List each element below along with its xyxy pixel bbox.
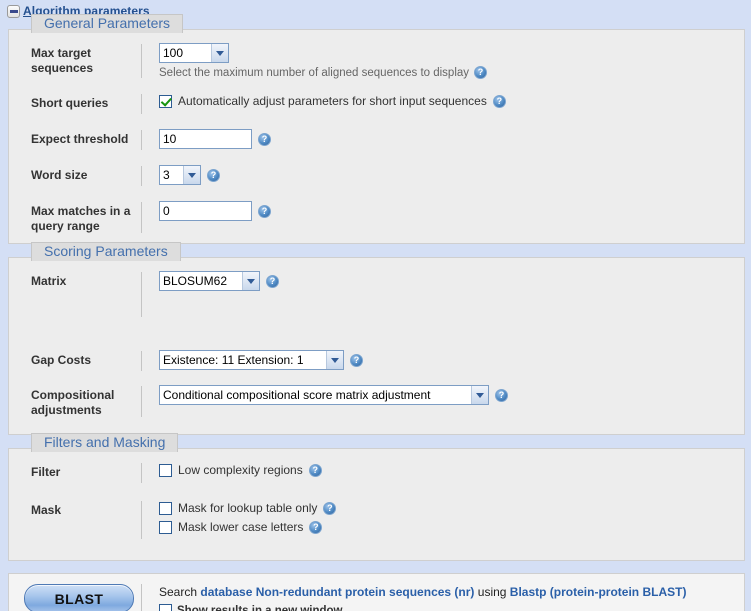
matrix-select-wrap[interactable]: BLOSUM62 [159,271,260,291]
help-icon[interactable]: ? [492,95,506,108]
label-word-size: Word size [31,168,88,182]
section-general-parameters: General Parameters Max target sequences … [8,14,745,244]
section-filters-and-masking: Filters and Masking Filter Low complexit… [8,433,745,561]
compositional-adjustments-select[interactable]: Conditional compositional score matrix a… [159,385,489,405]
gap-costs-select-wrap[interactable]: Existence: 11 Extension: 1 [159,350,344,370]
label-matrix: Matrix [31,274,67,288]
help-icon[interactable]: ? [495,388,508,402]
help-icon[interactable]: ? [323,502,337,515]
label-short-queries: Short queries [31,96,109,110]
gap-costs-select[interactable]: Existence: 11 Extension: 1 [159,350,344,370]
search-middle: using [477,585,507,599]
blast-submit-button[interactable]: BLAST [24,584,134,611]
label-expect-threshold: Expect threshold [31,132,129,146]
help-icon[interactable]: ? [350,353,363,367]
low-complexity-checkbox-label: Low complexity regions [178,463,303,477]
blast-button-cell: BLAST [9,584,141,611]
help-icon[interactable]: ? [207,168,220,182]
compositional-adjustments-select-wrap[interactable]: Conditional compositional score matrix a… [159,385,489,405]
help-icon[interactable]: ? [258,132,271,146]
row-word-size: Word size 3 ? [9,165,744,187]
row-compositional-adjustments: Compositional adjustments Conditional co… [9,385,744,418]
helper-max-target-sequences: Select the maximum number of aligned seq… [159,63,744,79]
row-max-target-sequences: Max target sequences 100 Select the maxi… [9,43,744,79]
mask-lookup-table-checkbox-label: Mask for lookup table only [178,501,318,515]
label-filter: Filter [31,465,61,479]
low-complexity-checkbox[interactable] [159,464,172,477]
max-target-sequences-select[interactable]: 100 [159,43,229,63]
section-spacer [0,561,751,573]
short-queries-checkbox[interactable] [159,95,172,108]
section-general-wrap: General Parameters Max target sequences … [0,14,751,244]
label-compositional-adjustments: Compositional adjustments [31,388,115,417]
expect-threshold-input[interactable] [159,129,252,149]
help-icon[interactable]: ? [266,274,279,288]
help-icon[interactable]: ? [309,521,323,534]
row-mask: Mask Mask for lookup table only ? Mask l… [9,500,744,540]
max-target-sequences-select-wrap[interactable]: 100 [159,43,229,63]
short-queries-checkbox-label: Automatically adjust parameters for shor… [178,94,487,108]
helper-text-label: Select the maximum number of aligned seq… [159,66,470,79]
section-scoring-parameters: Scoring Parameters Matrix BLOSUM62 ? Gap… [8,242,745,435]
mask-lower-case-checkbox-label: Mask lower case letters [178,520,304,534]
show-results-new-window-label: Show results in a new window [177,604,343,611]
row-matrix: Matrix BLOSUM62 ? [9,271,744,318]
new-window-row: Show results in a new window [159,604,686,611]
label-mask: Mask [31,503,62,517]
row-gap-costs: Gap Costs Existence: 11 Extension: 1 ? [9,350,744,372]
help-icon[interactable]: ? [474,66,488,79]
row-max-matches-query-range: Max matches in a query range ? [9,201,744,234]
label-gap-costs: Gap Costs [31,353,92,367]
help-icon[interactable]: ? [258,204,271,218]
submit-panel: BLAST Search database Non-redundant prot… [8,573,745,611]
mask-lookup-table-checkbox[interactable] [159,502,172,515]
program-link[interactable]: Blastp (protein-protein BLAST) [510,585,687,599]
database-link[interactable]: database Non-redundant protein sequences… [200,585,474,599]
help-icon[interactable]: ? [308,464,322,477]
section-legend-general: General Parameters [31,14,184,33]
section-legend-scoring: Scoring Parameters [31,242,181,261]
search-summary-line: Search database Non-redundant protein se… [159,584,686,600]
max-matches-query-range-input[interactable] [159,201,252,221]
submit-description: Search database Non-redundant protein se… [142,584,686,611]
mask-lower-case-checkbox[interactable] [159,521,172,534]
minus-box-icon[interactable] [7,4,20,18]
search-prefix: Search [159,585,198,599]
matrix-select[interactable]: BLOSUM62 [159,271,260,291]
row-filter: Filter Low complexity regions ? [9,462,744,484]
label-max-matches-query-range: Max matches in a query range [31,204,131,233]
row-short-queries: Short queries Automatically adjust param… [9,93,744,115]
row-expect-threshold: Expect threshold ? [9,129,744,151]
algorithm-parameters-page: Algorithm parameters General Parameters … [0,0,751,611]
label-max-target-sequences: Max target sequences [31,46,94,75]
word-size-select-wrap[interactable]: 3 [159,165,201,185]
word-size-select[interactable]: 3 [159,165,201,185]
section-legend-filters: Filters and Masking [31,433,179,452]
show-results-new-window-checkbox[interactable] [159,604,172,611]
